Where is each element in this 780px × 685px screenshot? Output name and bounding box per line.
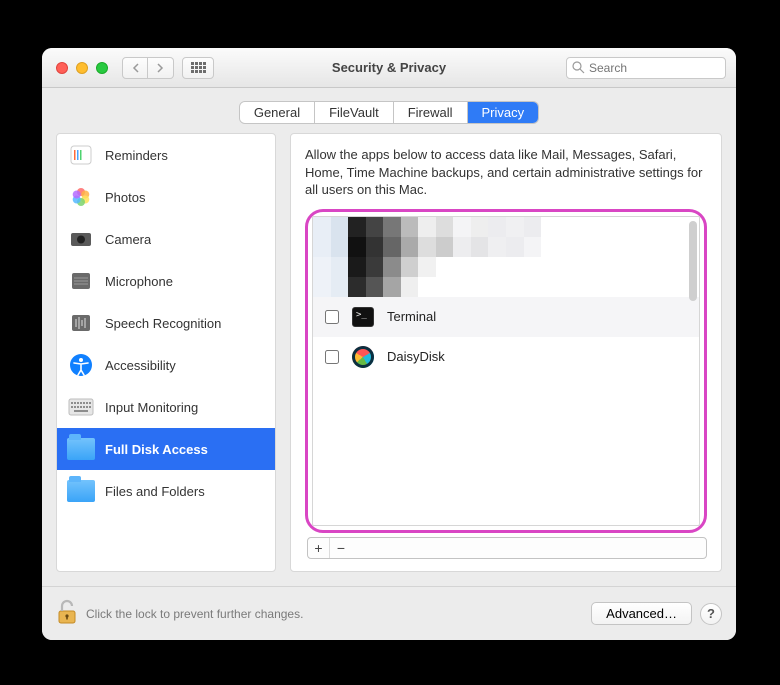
lock-group: Click the lock to prevent further change… bbox=[56, 599, 303, 628]
window-controls bbox=[56, 62, 108, 74]
sidebar-item-label: Accessibility bbox=[105, 358, 176, 373]
footer-bar: Click the lock to prevent further change… bbox=[42, 586, 736, 640]
sidebar-item-files-folders[interactable]: Files and Folders bbox=[57, 470, 275, 512]
photos-icon bbox=[67, 183, 95, 211]
scrollbar[interactable] bbox=[687, 219, 697, 523]
tab-privacy[interactable]: Privacy bbox=[468, 102, 539, 123]
sidebar-item-label: Files and Folders bbox=[105, 484, 205, 499]
app-row[interactable]: DaisyDisk bbox=[313, 337, 699, 377]
chevron-right-icon bbox=[157, 63, 164, 73]
app-enable-checkbox[interactable] bbox=[325, 310, 339, 324]
back-forward-group bbox=[122, 57, 174, 79]
sidebar-item-camera[interactable]: Camera bbox=[57, 218, 275, 260]
add-app-button[interactable]: + bbox=[308, 538, 330, 558]
scrollbar-thumb[interactable] bbox=[689, 221, 697, 301]
chevron-left-icon bbox=[132, 63, 139, 73]
titlebar: Security & Privacy bbox=[42, 48, 736, 88]
sidebar-item-speech[interactable]: Speech Recognition bbox=[57, 302, 275, 344]
sidebar-item-microphone[interactable]: Microphone bbox=[57, 260, 275, 302]
content-area: Reminders Photos Camera bbox=[42, 133, 736, 586]
annotation-highlight-ring: Terminal DaisyDisk bbox=[305, 209, 707, 533]
keyboard-icon bbox=[67, 393, 95, 421]
search-icon bbox=[572, 61, 585, 74]
app-row[interactable]: Terminal bbox=[313, 297, 699, 337]
camera-icon bbox=[67, 225, 95, 253]
sidebar-item-label: Camera bbox=[105, 232, 151, 247]
sidebar-item-label: Full Disk Access bbox=[105, 442, 208, 457]
footer-right: Advanced… ? bbox=[591, 602, 722, 625]
app-name-label: DaisyDisk bbox=[387, 349, 445, 364]
daisydisk-icon bbox=[351, 345, 375, 369]
accessibility-icon bbox=[67, 351, 95, 379]
remove-app-button[interactable]: − bbox=[330, 538, 352, 558]
microphone-icon bbox=[67, 267, 95, 295]
sidebar-item-label: Microphone bbox=[105, 274, 173, 289]
sidebar-item-input-monitoring[interactable]: Input Monitoring bbox=[57, 386, 275, 428]
minimize-window-button[interactable] bbox=[76, 62, 88, 74]
app-row-redacted[interactable] bbox=[313, 257, 699, 297]
sidebar-item-label: Speech Recognition bbox=[105, 316, 221, 331]
preferences-window: Security & Privacy General FileVault Fir… bbox=[42, 48, 736, 640]
reminders-icon bbox=[67, 141, 95, 169]
close-window-button[interactable] bbox=[56, 62, 68, 74]
back-button[interactable] bbox=[122, 57, 148, 79]
tab-general[interactable]: General bbox=[240, 102, 315, 123]
tab-filevault[interactable]: FileVault bbox=[315, 102, 394, 123]
sidebar-item-label: Input Monitoring bbox=[105, 400, 198, 415]
sidebar-item-reminders[interactable]: Reminders bbox=[57, 134, 275, 176]
help-button[interactable]: ? bbox=[700, 603, 722, 625]
forward-button[interactable] bbox=[148, 57, 174, 79]
app-enable-checkbox[interactable] bbox=[325, 350, 339, 364]
sidebar-item-photos[interactable]: Photos bbox=[57, 176, 275, 218]
redacted-mosaic bbox=[313, 217, 699, 257]
detail-panel: Allow the apps below to access data like… bbox=[290, 133, 722, 572]
lock-description: Click the lock to prevent further change… bbox=[86, 607, 303, 621]
privacy-category-sidebar: Reminders Photos Camera bbox=[56, 133, 276, 572]
advanced-button[interactable]: Advanced… bbox=[591, 602, 692, 625]
unlocked-padlock-icon[interactable] bbox=[56, 599, 78, 628]
grid-icon bbox=[191, 62, 206, 73]
show-all-preferences-button[interactable] bbox=[182, 57, 214, 79]
folder-icon bbox=[67, 435, 95, 463]
app-name-label: Terminal bbox=[387, 309, 436, 324]
sidebar-item-label: Reminders bbox=[105, 148, 168, 163]
privacy-category-list[interactable]: Reminders Photos Camera bbox=[57, 134, 275, 571]
add-remove-group: + − bbox=[307, 537, 707, 559]
folder-icon bbox=[67, 477, 95, 505]
app-row-redacted[interactable] bbox=[313, 217, 699, 257]
terminal-icon bbox=[351, 305, 375, 329]
redacted-mosaic bbox=[313, 257, 699, 297]
sidebar-item-accessibility[interactable]: Accessibility bbox=[57, 344, 275, 386]
apps-list[interactable]: Terminal DaisyDisk bbox=[312, 216, 700, 526]
tabs-row: General FileVault Firewall Privacy bbox=[42, 88, 736, 133]
speech-icon bbox=[67, 309, 95, 337]
zoom-window-button[interactable] bbox=[96, 62, 108, 74]
tab-firewall[interactable]: Firewall bbox=[394, 102, 468, 123]
sidebar-item-label: Photos bbox=[105, 190, 145, 205]
search-input[interactable] bbox=[566, 57, 726, 79]
sidebar-item-full-disk-access[interactable]: Full Disk Access bbox=[57, 428, 275, 470]
tabs-segmented: General FileVault Firewall Privacy bbox=[240, 102, 538, 123]
description-text: Allow the apps below to access data like… bbox=[305, 146, 707, 199]
search-field-wrap bbox=[566, 57, 726, 79]
